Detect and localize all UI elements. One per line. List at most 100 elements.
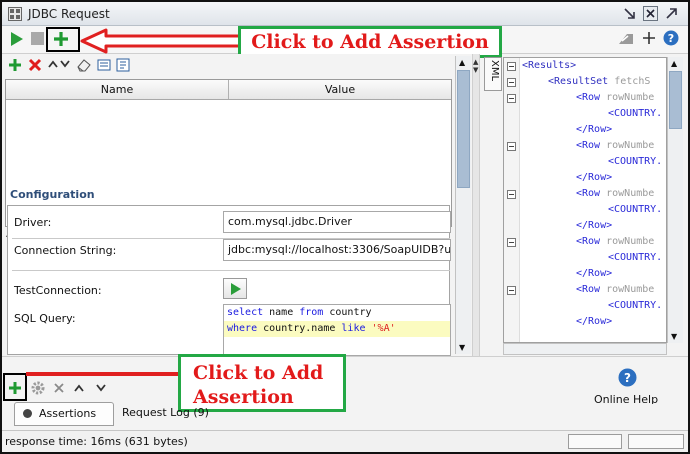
run-icon[interactable] [10,31,24,47]
fold-toggle-icon[interactable] [507,286,516,295]
xml-line: <ResultSet fetchS [548,76,650,87]
xml-line: <Row rowNumbe [576,284,654,295]
highlight-box-top [46,27,80,52]
stop-icon[interactable] [31,32,44,45]
fold-toggle-icon[interactable] [507,78,516,87]
svg-text:?: ? [668,32,674,45]
add-icon[interactable] [642,31,656,45]
callout-arrow [80,28,245,54]
move-assertion-up-icon[interactable] [74,384,84,392]
scroll-down-arrow[interactable]: ▼ [459,343,465,352]
left-pane-scrollbar[interactable]: ▲ ▼ [455,56,471,354]
collapse-arrow[interactable]: ▲ [473,58,478,66]
request-properties-pane: Name Value ▲ ▼ ▲ ▼ Configuration Driver: … [2,54,472,356]
remove-property-icon[interactable] [28,58,42,72]
sql-line-1: select name from country [224,305,450,321]
save-properties-icon[interactable] [116,58,130,72]
tab-request-log[interactable]: Request Log (9) [122,402,212,426]
xml-tag: </Row> [576,172,613,183]
xml-tag: <COUNTRY. [608,252,663,263]
driver-input[interactable]: com.mysql.jdbc.Driver [223,211,451,233]
load-properties-icon[interactable] [97,58,111,72]
move-down-icon[interactable] [60,60,70,68]
scroll-up-arrow[interactable]: ▲ [671,59,677,68]
xml-tag: <Row [576,140,601,151]
xml-response-viewer[interactable]: <Results> <ResultSet fetchS <Row rowNumbe <… [503,57,667,343]
xml-attribute: rowNumbe [600,188,655,199]
bottom-callout-line-1: Click to Add [193,362,324,384]
gear-icon[interactable] [30,380,46,396]
move-up-icon[interactable] [48,60,58,68]
status-bar: response time: 16ms (631 bytes) [2,430,688,452]
fold-toggle-icon[interactable] [507,142,516,151]
sql-keyword: where [227,323,258,334]
assertion-status-icon [23,409,32,418]
fold-toggle-icon[interactable] [507,94,516,103]
connection-string-label: Connection String: [14,244,117,257]
xml-tag: <Results> [522,60,577,71]
xml-tag: <Row [576,188,601,199]
delete-assertion-icon[interactable] [53,382,65,394]
xml-line: </Row> [576,268,612,279]
fold-toggle-icon[interactable] [507,238,516,247]
sql-keyword: from [299,307,324,318]
tab-assertions[interactable]: Assertions (0) [14,402,114,442]
highlight-box-bottom [3,373,27,401]
driver-label: Driver: [14,216,52,229]
expand-arrow[interactable]: ▼ [473,66,478,74]
connection-string-input[interactable]: jdbc:mysql://localhost:3306/SoapUIDB?use [223,239,451,261]
scroll-down-arrow[interactable]: ▼ [671,332,677,341]
sql-query-editor[interactable]: select name from country where country.n… [223,304,451,356]
help-icon[interactable]: ? [663,30,679,46]
pane-divider[interactable]: ▲ ▼ [472,54,480,356]
test-connection-button[interactable] [223,278,247,299]
xml-line: <COUNTRY. [608,204,662,215]
xml-tag: <COUNTRY. [608,300,663,311]
separator [12,270,450,271]
column-name[interactable]: Name [6,80,229,99]
tab-request-log-label: Request Log (9) [122,406,209,419]
xml-tag: <ResultSet [548,76,609,87]
callout-line [26,372,182,376]
xml-tag: <COUNTRY. [608,156,663,167]
format-icon[interactable] [618,32,634,46]
xml-attribute: rowNumbe [600,140,655,151]
xml-line: <COUNTRY. [608,300,662,311]
xml-horizontal-scrollbar[interactable] [503,343,667,355]
fold-toggle-icon[interactable] [507,190,516,199]
sql-keyword: select [227,307,264,318]
xml-scroll-thumb[interactable] [669,71,682,129]
xml-line: <COUNTRY. [608,156,662,167]
add-property-icon[interactable] [8,58,22,72]
left-pane-scroll-thumb[interactable] [457,70,470,188]
xml-tag: </Row> [576,316,613,327]
sql-string: '%A' [371,323,396,334]
move-assertion-down-icon[interactable] [96,384,106,392]
online-help-link[interactable]: Online Help [594,394,686,404]
online-help-icon[interactable]: ? [618,368,637,387]
xml-tag: </Row> [576,220,613,231]
xml-tab[interactable]: XML [484,57,502,91]
xml-line: <Row rowNumbe [576,236,654,247]
fold-toggle-icon[interactable] [507,62,516,71]
sql-line-2: where country.name like '%A' [224,321,450,337]
jdbc-request-icon [8,7,22,21]
sql-text: country [323,307,372,318]
scroll-up-arrow[interactable]: ▲ [459,58,465,67]
response-time: response time: 16ms (631 bytes) [5,435,188,448]
clear-properties-icon[interactable] [76,58,92,72]
minimize-icon[interactable] [622,6,637,21]
xml-line: </Row> [576,124,612,135]
properties-toolbar [2,54,454,78]
xml-line: <Row rowNumbe [576,188,654,199]
xml-line: </Row> [576,220,612,231]
status-field [568,434,622,449]
xml-tag: </Row> [576,268,613,279]
sql-text: name [263,307,300,318]
xml-attribute: rowNumbe [600,236,655,247]
close-window-icon[interactable] [643,6,658,21]
maximize-icon[interactable] [664,6,679,21]
column-value[interactable]: Value [229,80,451,99]
xml-scrollbar[interactable]: ▲ ▼ [667,57,683,343]
xml-tag: <COUNTRY. [608,108,663,119]
